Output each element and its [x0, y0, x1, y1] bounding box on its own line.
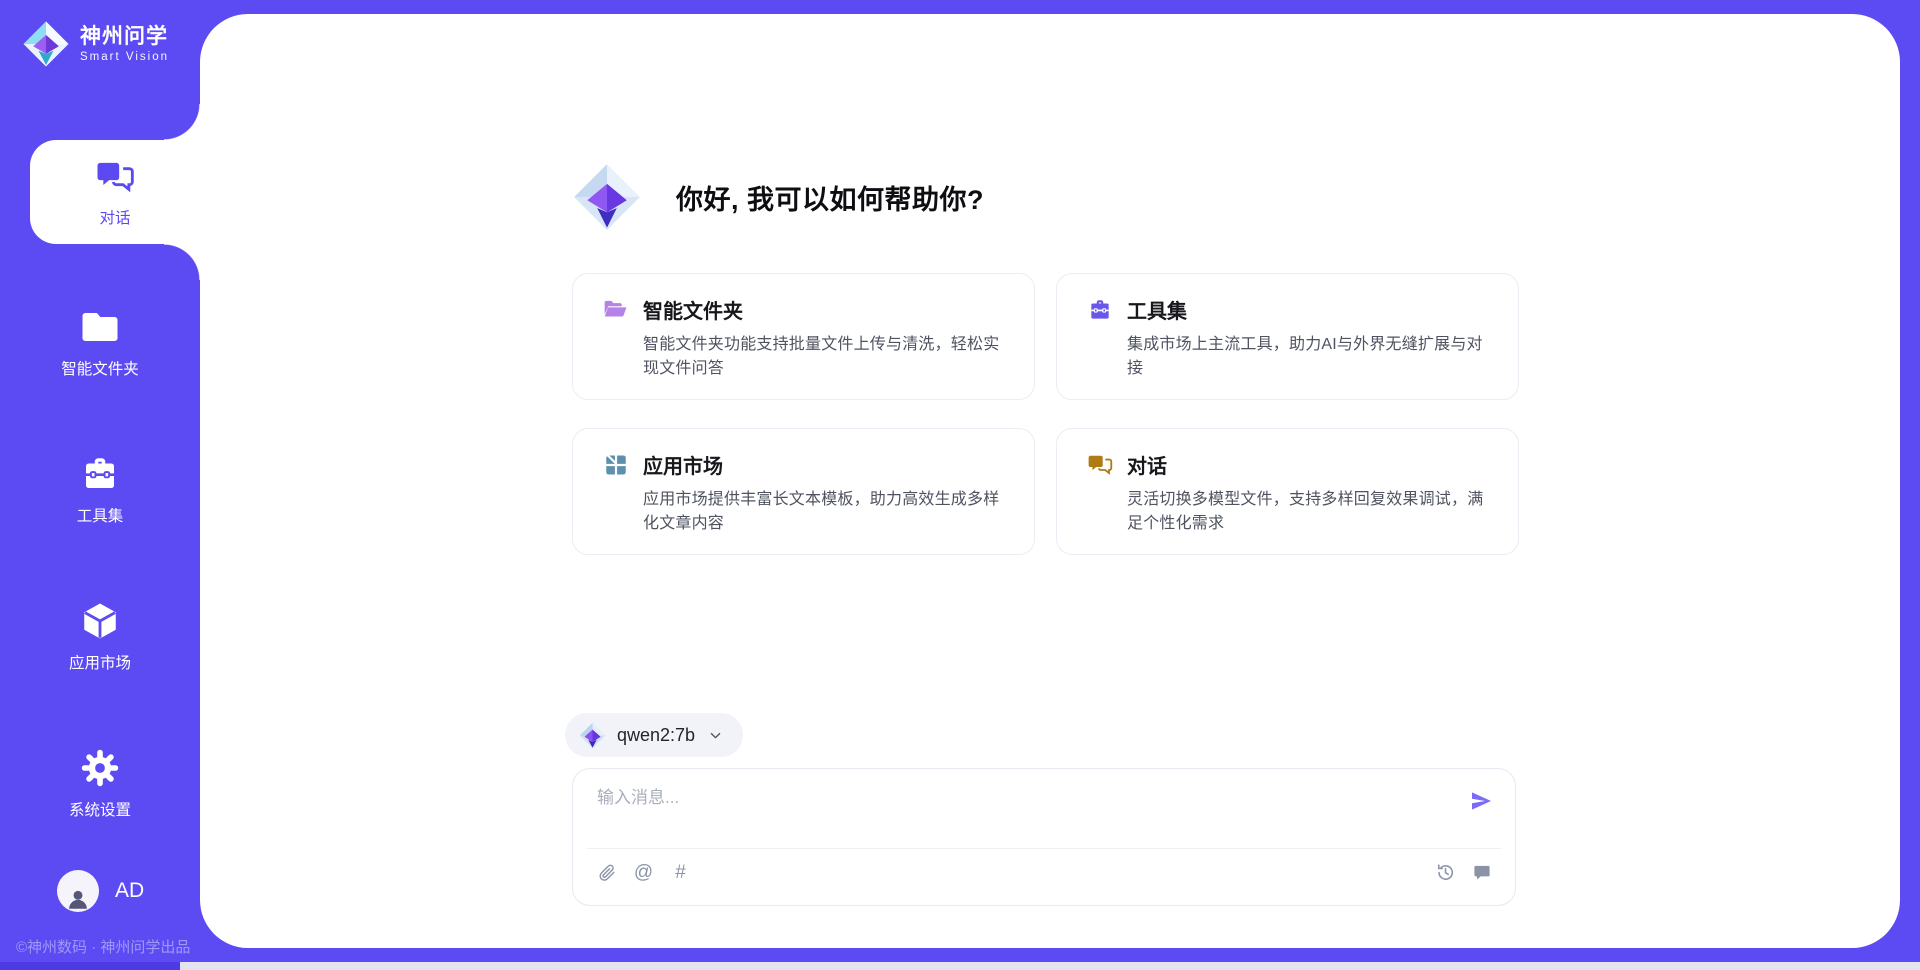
sidebar-item-label: 系统设置 — [69, 798, 131, 820]
toolbox-icon — [1087, 297, 1113, 323]
card-toolset[interactable]: 工具集 集成市场上主流工具，助力AI与外界无缝扩展与对接 — [1056, 273, 1519, 400]
card-title: 工具集 — [1127, 295, 1187, 324]
chat-icon — [95, 157, 135, 197]
composer-left-tools: @ # — [596, 862, 691, 883]
history-icon[interactable] — [1435, 862, 1456, 883]
card-description: 应用市场提供丰富长文本模板，助力高效生成多样化文章内容 — [643, 488, 1008, 536]
folder-icon — [79, 306, 121, 348]
sidebar-item-chat[interactable]: 对话 — [30, 140, 200, 244]
brand: 神州问学 Smart Vision — [22, 20, 169, 68]
send-icon[interactable] — [1469, 789, 1493, 813]
card-description: 集成市场上主流工具，助力AI与外界无缝扩展与对接 — [1127, 333, 1492, 381]
toolbox-icon — [79, 453, 121, 495]
card-description: 灵活切换多模型文件，支持多样回复效果调试，满足个性化需求 — [1127, 488, 1492, 536]
sidebar-item-app-market[interactable]: 应用市场 — [0, 581, 200, 691]
brand-text: 神州问学 Smart Vision — [80, 25, 169, 63]
model-selector[interactable]: qwen2:7b — [565, 713, 743, 757]
model-name: qwen2:7b — [617, 725, 695, 746]
feedback-bubble-icon[interactable] — [1471, 862, 1492, 883]
sidebar-item-smart-folder[interactable]: 智能文件夹 — [0, 287, 200, 397]
brand-diamond-logo-icon — [22, 20, 70, 68]
avatar — [57, 870, 99, 912]
copyright-footer: ©神州数码 · 神州问学出品 — [16, 936, 190, 957]
brand-name: 神州问学 — [80, 25, 169, 48]
user-chip[interactable]: AD — [57, 870, 144, 912]
card-head: 应用市场 — [603, 450, 1008, 479]
card-head: 工具集 — [1087, 295, 1492, 324]
sidebar-item-settings[interactable]: 系统设置 — [0, 728, 200, 838]
sidebar-item-label: 工具集 — [77, 504, 124, 526]
card-head: 对话 — [1087, 450, 1492, 479]
mention-icon[interactable]: @ — [633, 862, 654, 883]
strip-right-segment[interactable] — [180, 962, 1920, 970]
sidebar-item-label: 应用市场 — [69, 651, 131, 673]
paperclip-icon[interactable] — [596, 862, 617, 883]
gear-icon — [79, 747, 121, 789]
card-app-market[interactable]: 应用市场 应用市场提供丰富长文本模板，助力高效生成多样化文章内容 — [572, 428, 1035, 555]
card-title: 对话 — [1127, 450, 1167, 479]
sidebar-item-toolset[interactable]: 工具集 — [0, 434, 200, 544]
card-title: 智能文件夹 — [643, 295, 743, 324]
card-description: 智能文件夹功能支持批量文件上传与清洗，轻松实现文件问答 — [643, 333, 1008, 381]
message-input[interactable] — [597, 783, 1451, 841]
composer: @ # — [572, 768, 1516, 906]
card-head: 智能文件夹 — [603, 295, 1008, 324]
brand-subtitle: Smart Vision — [80, 51, 169, 63]
user-name: AD — [115, 879, 144, 903]
greeting-title: 你好, 我可以如何帮助你? — [676, 178, 984, 217]
folder-open-icon — [603, 297, 629, 323]
assistant-diamond-logo-icon — [572, 162, 642, 232]
sidebar-item-label: 智能文件夹 — [61, 357, 139, 379]
composer-right-tools — [1435, 862, 1492, 883]
main-content-panel: 你好, 我可以如何帮助你? 智能文件夹 智能文件夹功能支持批量文件上传与清洗，轻… — [200, 14, 1900, 948]
feature-cards: 智能文件夹 智能文件夹功能支持批量文件上传与清洗，轻松实现文件问答 工具集 集成… — [572, 273, 1519, 555]
hash-icon[interactable]: # — [670, 862, 691, 883]
cube-icon — [79, 600, 121, 642]
card-smart-folder[interactable]: 智能文件夹 智能文件夹功能支持批量文件上传与清洗，轻松实现文件问答 — [572, 273, 1035, 400]
composer-divider — [587, 848, 1501, 849]
greeting: 你好, 我可以如何帮助你? — [572, 162, 984, 232]
card-title: 应用市场 — [643, 450, 723, 479]
page-bottom-strip — [0, 962, 1920, 970]
chat-icon — [1087, 452, 1113, 478]
card-chat[interactable]: 对话 灵活切换多模型文件，支持多样回复效果调试，满足个性化需求 — [1056, 428, 1519, 555]
chevron-down-icon — [708, 728, 723, 743]
strip-left-segment — [0, 962, 180, 970]
grid-icon — [603, 452, 629, 478]
sidebar: 神州问学 Smart Vision 对话 智能文件夹 — [0, 0, 200, 970]
model-diamond-logo-icon — [579, 722, 606, 749]
sidebar-item-label: 对话 — [99, 206, 130, 228]
